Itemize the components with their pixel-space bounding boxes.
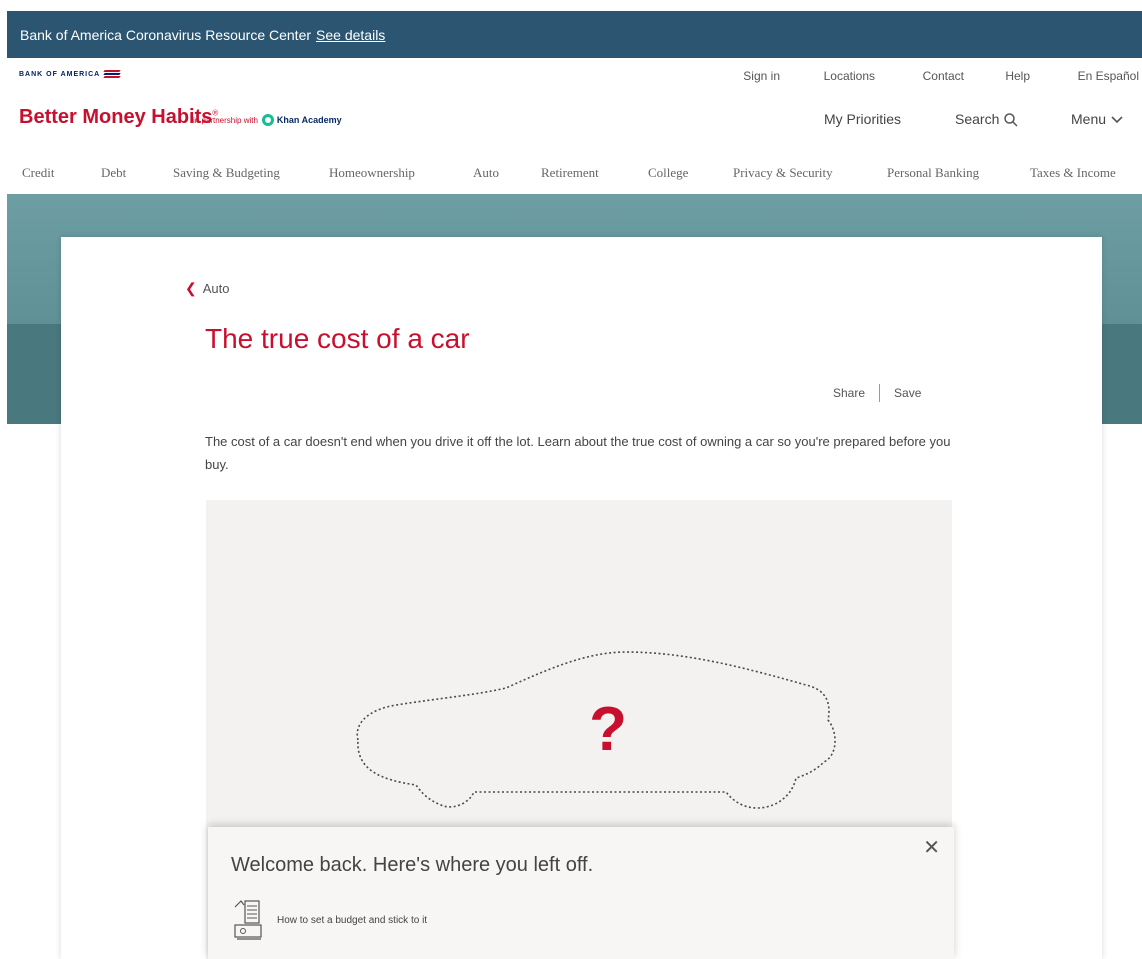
khan-partnership: in partnership with Khan Academy — [193, 114, 342, 126]
article-intro: The cost of a car doesn't end when you d… — [205, 434, 951, 472]
nav-retirement[interactable]: Retirement — [541, 165, 599, 181]
nav-college[interactable]: College — [648, 165, 688, 181]
my-priorities-link[interactable]: My Priorities — [824, 111, 901, 127]
nav-saving-budgeting[interactable]: Saving & Budgeting — [173, 165, 280, 181]
contact-link[interactable]: Contact — [923, 69, 964, 83]
menu-button[interactable]: Menu — [1071, 111, 1124, 127]
nav-taxes-income[interactable]: Taxes & Income — [1030, 165, 1116, 181]
nav-privacy-security[interactable]: Privacy & Security — [733, 165, 833, 181]
category-nav: Credit Debt Saving & Budgeting Homeowner… — [0, 158, 1142, 188]
page-title: The true cost of a car — [205, 323, 470, 354]
popup-heading: Welcome back. Here's where you left off. — [231, 854, 594, 876]
bank-of-america-logo[interactable]: BANK OF AMERICA — [19, 70, 121, 78]
divider — [879, 384, 881, 402]
back-to-auto-link[interactable]: ❮ Auto — [185, 280, 229, 297]
close-icon[interactable]: ✕ — [923, 835, 940, 860]
utility-nav: BANK OF AMERICA Sign in Locations Contac… — [0, 62, 1142, 86]
chevron-down-icon — [1111, 116, 1123, 124]
banner-text: Bank of America Coronavirus Resource Cen… — [20, 26, 312, 43]
nav-debt[interactable]: Debt — [101, 165, 126, 181]
nav-homeownership[interactable]: Homeownership — [329, 165, 415, 181]
espanol-link[interactable]: En Español — [1078, 69, 1139, 83]
save-button[interactable]: Save — [894, 386, 921, 400]
budget-icon — [234, 900, 262, 940]
see-details-link[interactable]: See details — [316, 27, 385, 43]
nav-credit[interactable]: Credit — [22, 165, 55, 181]
share-save-bar: Share Save — [833, 384, 921, 402]
search-button[interactable]: Search — [955, 111, 1019, 128]
khan-academy-icon — [261, 114, 274, 126]
brand-header: Better Money Habits® in partnership with… — [0, 100, 1142, 140]
question-mark: ? — [589, 695, 627, 764]
welcome-back-popup: ✕ Welcome back. Here's where you left of… — [208, 827, 954, 959]
locations-link[interactable]: Locations — [824, 69, 875, 83]
resume-item[interactable]: How to set a budget and stick to it — [231, 897, 427, 943]
share-button[interactable]: Share — [833, 386, 865, 400]
coronavirus-banner: Bank of America Coronavirus Resource Cen… — [7, 11, 1142, 58]
chevron-left-icon: ❮ — [185, 280, 197, 296]
flag-logo-icon — [103, 70, 121, 78]
nav-auto[interactable]: Auto — [473, 165, 499, 181]
nav-personal-banking[interactable]: Personal Banking — [887, 165, 979, 181]
sign-in-link[interactable]: Sign in — [743, 69, 780, 83]
better-money-habits-logo[interactable]: Better Money Habits® — [19, 106, 218, 129]
search-icon — [1004, 113, 1018, 127]
resume-item-label: How to set a budget and stick to it — [277, 914, 428, 926]
help-link[interactable]: Help — [1005, 69, 1030, 83]
